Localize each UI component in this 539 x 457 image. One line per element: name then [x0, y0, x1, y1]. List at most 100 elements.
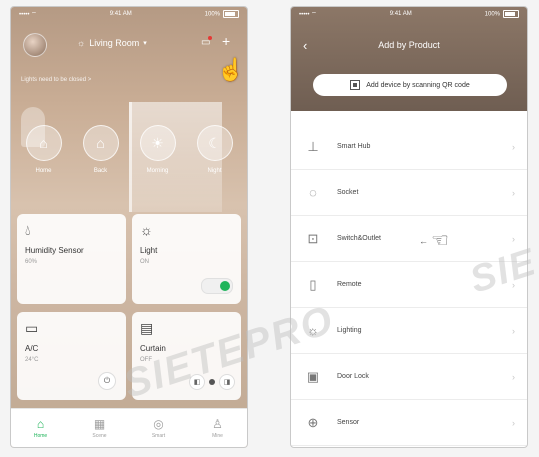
- moon-icon: ☾: [196, 125, 233, 161]
- list-item-remote[interactable]: ▯ Remote ›: [291, 262, 527, 308]
- carrier-signal: ••••• ⌔: [19, 12, 37, 18]
- battery-label: 100%: [204, 11, 220, 18]
- product-label: Socket: [337, 189, 359, 196]
- pointer-hand-icon: ☝: [217, 57, 245, 82]
- status-time: 9:41 AM: [109, 11, 132, 17]
- curtain-close-icon[interactable]: ◨: [219, 374, 235, 390]
- list-item-sensor[interactable]: ⊕ Sensor ›: [291, 400, 527, 446]
- tab-scene[interactable]: ▦ Scene: [70, 409, 129, 447]
- user-icon: ♙: [212, 417, 223, 431]
- qr-code-icon: [350, 80, 361, 90]
- scan-qr-button[interactable]: Add device by scanning QR code: [313, 74, 507, 96]
- device-name: Humidity Sensor: [25, 246, 84, 255]
- device-status: OFF: [140, 357, 152, 363]
- curtain-open-icon[interactable]: ◧: [189, 374, 205, 390]
- battery-icon: [223, 10, 239, 18]
- scene-message[interactable]: Lights need to be closed >: [21, 77, 91, 83]
- battery-indicator: 100%: [485, 10, 519, 18]
- chevron-right-icon: ›: [512, 141, 515, 152]
- status-bar: ••••• ⌔ 9:41 AM 100%: [291, 7, 527, 21]
- tab-label: Mine: [212, 433, 223, 439]
- device-card-curtain[interactable]: ▤ Curtain OFF ◧ ◨: [132, 312, 241, 400]
- ac-icon: ▭: [25, 320, 39, 336]
- add-header: ••••• ⌔ 9:41 AM 100% ‹ Add by Product Ad…: [291, 7, 527, 111]
- back-home-icon: ⌂: [82, 125, 119, 161]
- home-icon: ⌂: [25, 125, 62, 161]
- list-item-socket[interactable]: ◌ Socket ›: [291, 170, 527, 216]
- tab-home[interactable]: ⌂ Home: [11, 409, 70, 447]
- chevron-right-icon: ›: [512, 371, 515, 382]
- curtain-icon: ▤: [140, 320, 154, 336]
- scene-label: Home: [35, 168, 52, 174]
- battery-icon: [503, 10, 519, 18]
- tab-label: Scene: [92, 433, 107, 439]
- tab-label: Smart: [151, 433, 166, 439]
- room-selector[interactable]: ☼ Living Room ▾: [77, 38, 147, 48]
- device-name: Light: [140, 246, 158, 255]
- chevron-right-icon: ›: [512, 325, 515, 336]
- scan-button-label: Add device by scanning QR code: [366, 81, 470, 89]
- device-status: ON: [140, 259, 149, 265]
- tab-bar: ⌂ Home ▦ Scene ◎ Smart ♙ Mine: [11, 408, 247, 447]
- notification-dot: [208, 36, 213, 40]
- device-status: 24°C: [25, 357, 39, 363]
- chevron-right-icon: ›: [512, 233, 515, 244]
- scene-home[interactable]: ⌂ Home: [20, 125, 68, 174]
- carrier-signal: ••••• ⌔: [299, 12, 317, 18]
- device-card-light[interactable]: ☼ Light ON: [132, 214, 241, 304]
- plus-icon[interactable]: +: [222, 34, 230, 48]
- scene-night[interactable]: ☾ Night: [191, 125, 239, 174]
- product-label: Lighting: [337, 327, 362, 334]
- list-item-switch-outlet[interactable]: ⊡ Switch&Outlet ›: [291, 216, 527, 262]
- add-device-screen: ••••• ⌔ 9:41 AM 100% ‹ Add by Product Ad…: [290, 6, 528, 448]
- product-label: Remote: [337, 281, 362, 288]
- droplet-icon: 💧︎: [25, 222, 31, 238]
- power-icon[interactable]: ⏻: [98, 372, 116, 390]
- lock-icon: ▣: [306, 368, 320, 384]
- socket-icon: ◌: [309, 185, 317, 200]
- battery-indicator: 100%: [205, 10, 239, 18]
- tab-mine[interactable]: ♙ Mine: [188, 409, 247, 447]
- hub-icon: ⊥: [307, 138, 319, 154]
- avatar[interactable]: [23, 33, 47, 57]
- device-card-humidity[interactable]: 💧︎ Humidity Sensor 60%: [17, 214, 126, 304]
- product-label: Sensor: [337, 419, 360, 426]
- device-name: Curtain: [140, 344, 166, 353]
- device-card-ac[interactable]: ▭ A/C 24°C ⏻: [17, 312, 126, 400]
- light-toggle[interactable]: [201, 278, 233, 294]
- bulb-icon: ☼: [140, 222, 153, 238]
- scene-label: Back: [93, 168, 108, 174]
- product-label: Door Lock: [337, 373, 369, 380]
- home-header: ☼ Living Room ▾ ▭ +: [11, 29, 247, 59]
- scene-row: ⌂ Home ⌂ Back ☀ Morning ☾ Night: [11, 125, 247, 174]
- status-bar: ••••• ⌔ 9:41 AM 100%: [11, 7, 247, 21]
- list-item-lighting[interactable]: ☼ Lighting ›: [291, 308, 527, 354]
- tab-smart[interactable]: ◎ Smart: [129, 409, 188, 447]
- weather-icon: ☼: [77, 38, 86, 48]
- list-item-smart-hub[interactable]: ⊥ Smart Hub ›: [291, 124, 527, 170]
- list-item-door-lock[interactable]: ▣ Door Lock ›: [291, 354, 527, 400]
- scene-label: Night: [207, 168, 222, 174]
- battery-label: 100%: [484, 11, 500, 18]
- page-title: Add by Product: [378, 40, 440, 50]
- toggle-knob: [220, 281, 230, 291]
- curtain-stop-icon[interactable]: [209, 379, 215, 385]
- home-screen: ••••• ⌔ 9:41 AM 100% ☼ Living Room ▾ ▭ +…: [10, 6, 248, 448]
- smart-icon: ◎: [153, 417, 164, 431]
- scene-label: Morning: [146, 168, 169, 174]
- status-time: 9:41 AM: [389, 11, 412, 17]
- chevron-right-icon: ›: [512, 417, 515, 428]
- product-label: Smart Hub: [337, 143, 371, 150]
- bell-icon[interactable]: ▭: [201, 36, 213, 49]
- chevron-right-icon: ›: [512, 187, 515, 198]
- room-name: Living Room: [89, 38, 140, 48]
- pointer-hand-icon: ☜: [431, 230, 449, 252]
- device-status: 60%: [25, 259, 38, 265]
- scene-morning[interactable]: ☀ Morning: [134, 125, 182, 174]
- curtain-controls: ◧ ◨: [189, 374, 235, 390]
- chevron-right-icon: ›: [512, 279, 515, 290]
- pointer-arrow-icon: ←: [419, 236, 428, 246]
- remote-icon: ▯: [309, 276, 317, 292]
- scene-back[interactable]: ⌂ Back: [77, 125, 125, 174]
- sunrise-icon: ☀: [139, 125, 176, 161]
